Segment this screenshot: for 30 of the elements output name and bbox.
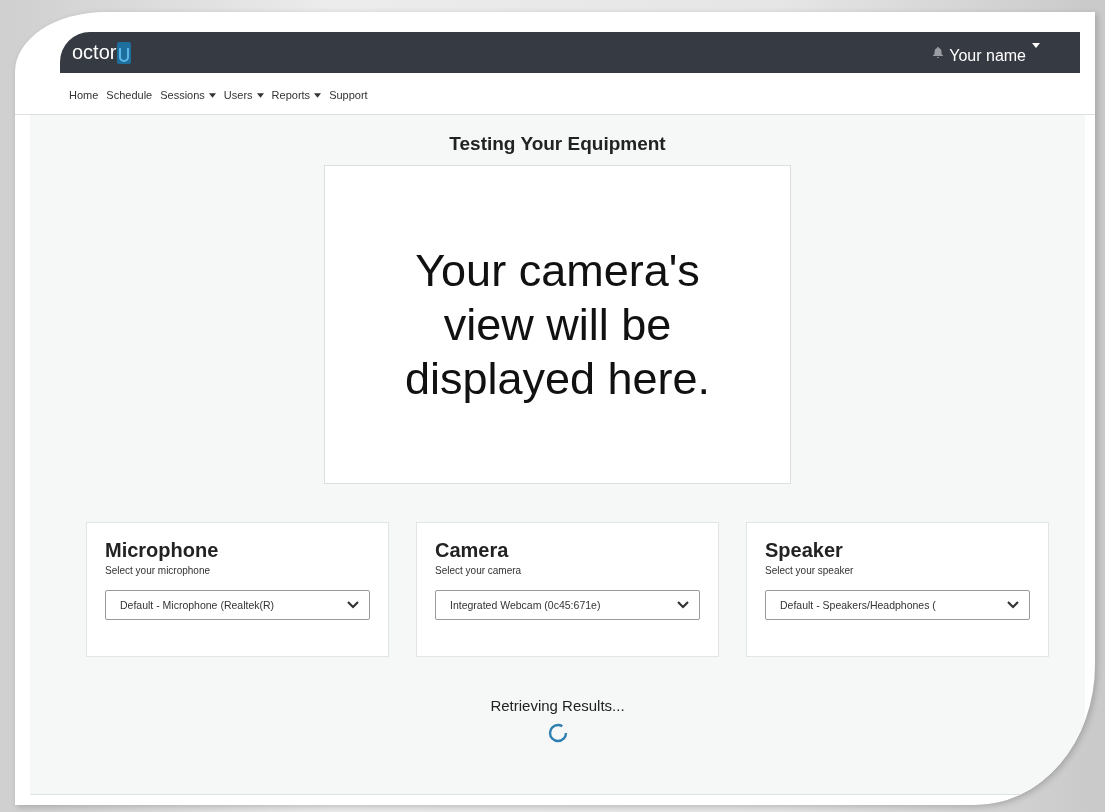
nav-link[interactable]: Home: [69, 89, 99, 101]
field-hint: Select your camera: [435, 565, 523, 576]
nav-link[interactable]: Sessions: [160, 89, 216, 101]
chevron-down-icon: [677, 601, 689, 609]
nav-link[interactable]: Users: [223, 89, 264, 101]
logo-text: octor: [72, 41, 117, 64]
field-hint: Select your microphone: [105, 565, 212, 576]
bell-icon[interactable]: [933, 47, 944, 58]
placeholder-text: Your camera's view will be displayed here.: [403, 243, 712, 406]
card-title: Microphone: [105, 539, 220, 562]
loading-spinner-icon: [547, 723, 568, 743]
device-dropdown[interactable]: Integrated Webcam (0c45:671e): [435, 590, 700, 620]
card-title: Camera: [435, 539, 510, 562]
nav-link[interactable]: Support: [329, 89, 368, 101]
status-text: Retrieving Results...: [490, 697, 625, 714]
caret-icon: [256, 92, 264, 98]
card-title: Speaker: [765, 539, 844, 562]
logo-icon: [117, 41, 132, 64]
caret-icon: [1032, 42, 1040, 48]
field-hint: Select your speaker: [765, 565, 855, 576]
page-title: Testing Your Equipment: [449, 133, 666, 155]
chevron-down-icon: [1007, 601, 1019, 609]
chevron-down-icon: [347, 601, 359, 609]
nav-link[interactable]: Schedule: [106, 89, 153, 101]
caret-icon: [314, 92, 322, 98]
device-dropdown[interactable]: Default - Speakers/Headphones (: [765, 590, 1030, 620]
caret-icon: [208, 92, 216, 98]
nav-link[interactable]: Reports: [271, 89, 322, 101]
user-menu[interactable]: Your name: [949, 40, 1040, 65]
device-dropdown[interactable]: Default - Microphone (Realtek(R): [105, 590, 370, 620]
